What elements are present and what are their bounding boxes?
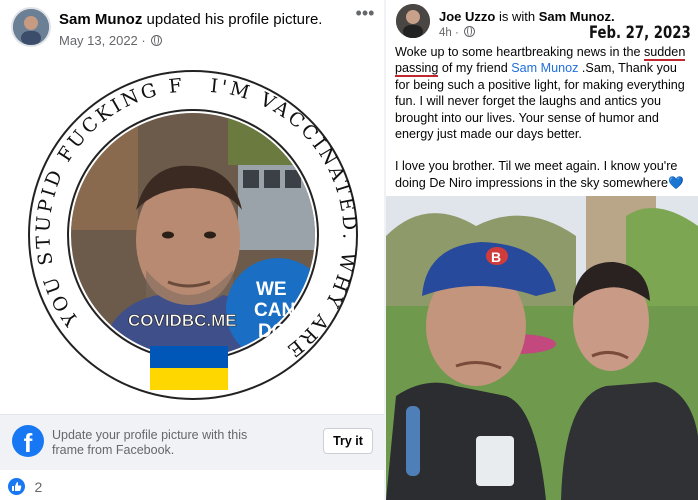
frame-graphic: WE CAN DO COVIDBC.ME YOU STUPID FUCKING …: [28, 70, 358, 400]
ukraine-flag-bottom: [150, 368, 228, 390]
cap-logo: B: [491, 249, 501, 265]
post-photo[interactable]: B: [386, 196, 698, 500]
meta-separator: ·: [455, 27, 459, 39]
para1-text-a: Woke up to some heartbreaking news in th…: [395, 45, 641, 59]
post-time[interactable]: 4h: [439, 27, 452, 39]
badge-text-3: DO: [258, 321, 287, 342]
profile-picture-post: Sam Munoz updated his profile picture. M…: [0, 0, 384, 500]
profile-frame-image[interactable]: WE CAN DO COVIDBC.ME YOU STUPID FUCKING …: [0, 62, 384, 422]
with-text: is with: [498, 9, 536, 24]
highlighted-word-passing: passing: [395, 61, 439, 78]
blue-heart-icon: 💙: [667, 175, 684, 190]
post-header: Sam Munoz updated his profile picture. M…: [0, 0, 384, 62]
site-label: COVIDBC.ME: [128, 311, 237, 330]
memorial-post: Joe Uzzo is with Sam Munoz. 4h · Feb. 27…: [386, 0, 698, 500]
badge-text-1: WE: [256, 279, 287, 300]
selfie-photo: B: [386, 196, 698, 500]
post-paragraph-2: I love you brother. Til we meet again. I…: [395, 158, 695, 191]
frame-promo-bar: f Update your profile picture with this …: [0, 414, 384, 470]
facebook-logo-icon: f: [12, 425, 44, 457]
tagged-name[interactable]: Sam Munoz.: [539, 9, 615, 24]
badge-text-2: CAN: [254, 300, 295, 321]
post-title-line: Joe Uzzo is with Sam Munoz.: [439, 9, 615, 24]
author-avatar[interactable]: [11, 7, 51, 47]
ukraine-flag-top: [150, 346, 228, 368]
author-name[interactable]: Sam Munoz: [59, 11, 142, 28]
globe-icon: [151, 35, 163, 46]
post-body: Woke up to some heartbreaking news in th…: [395, 44, 695, 207]
post-action: updated his profile picture.: [146, 11, 323, 28]
try-it-button[interactable]: Try it: [323, 428, 373, 454]
para1-text-b: of my friend: [441, 61, 508, 76]
author-avatar[interactable]: [396, 4, 430, 38]
post-meta: 4h ·: [439, 26, 476, 39]
post-meta: May 13, 2022 ·: [59, 33, 163, 48]
post-date[interactable]: May 13, 2022: [59, 33, 138, 48]
post-title-line: Sam Munoz updated his profile picture.: [59, 11, 322, 28]
highlighted-word-sudden: sudden: [644, 45, 686, 61]
reactions-summary[interactable]: 2: [8, 478, 42, 496]
author-name[interactable]: Joe Uzzo: [439, 9, 495, 24]
globe-icon: [464, 26, 476, 37]
like-count: 2: [34, 478, 43, 495]
mention-link[interactable]: Sam Munoz: [511, 61, 578, 75]
more-options-icon[interactable]: •••: [352, 4, 378, 24]
para2-text: I love you brother. Til we meet again. I…: [395, 159, 678, 190]
post-paragraph-1: Woke up to some heartbreaking news in th…: [395, 44, 695, 142]
like-icon: [8, 478, 25, 496]
handwritten-date: Feb. 27, 2023: [589, 23, 691, 43]
frame-promo-text: Update your profile picture with this fr…: [52, 428, 248, 457]
meta-separator: ·: [141, 33, 150, 48]
